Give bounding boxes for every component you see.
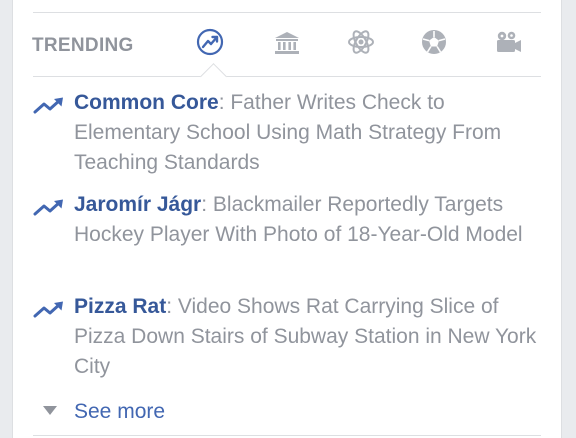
tab-entertainment[interactable] <box>491 27 525 61</box>
politics-building-icon <box>275 32 299 54</box>
tab-top-trends[interactable] <box>193 27 227 61</box>
trending-topic-link[interactable]: Pizza Rat <box>74 295 166 318</box>
trending-item-text: Jaromír Jágr: Blackmailer Reportedly Tar… <box>74 193 523 246</box>
science-atom-icon <box>348 30 374 54</box>
trending-title: TRENDING <box>32 35 134 56</box>
trending-item[interactable]: Common Core: Father Writes Check to Elem… <box>13 88 561 184</box>
trending-panel: TRENDING Common Core: Father Writes Chec… <box>12 0 562 438</box>
trending-item-text: Pizza Rat: Video Shows Rat Carrying Slic… <box>74 295 537 378</box>
trending-item[interactable]: Pizza Rat: Video Shows Rat Carrying Slic… <box>13 292 561 388</box>
see-more-label: See more <box>74 400 166 423</box>
trending-item-text: Common Core: Father Writes Check to Elem… <box>74 91 502 174</box>
header-divider <box>33 76 541 77</box>
trending-header: TRENDING <box>13 13 561 76</box>
trending-arrow-icon <box>33 199 63 216</box>
trending-item[interactable]: Jaromír Jágr: Blackmailer Reportedly Tar… <box>13 190 561 286</box>
tab-science[interactable] <box>344 27 378 61</box>
trending-topic-link[interactable]: Common Core <box>74 91 219 114</box>
trending-arrow-icon <box>33 97 63 114</box>
trending-arrow-icon <box>33 301 63 318</box>
tab-sports[interactable] <box>417 27 451 61</box>
trending-topic-link[interactable]: Jaromír Jágr <box>74 193 201 216</box>
chevron-down-icon <box>43 406 57 415</box>
entertainment-camera-icon <box>497 31 521 52</box>
see-more-button[interactable]: See more <box>13 394 213 428</box>
bottom-divider <box>33 435 541 436</box>
tab-politics[interactable] <box>270 27 304 61</box>
trending-arrow-icon <box>196 28 224 56</box>
sports-soccer-ball-icon <box>422 30 446 54</box>
